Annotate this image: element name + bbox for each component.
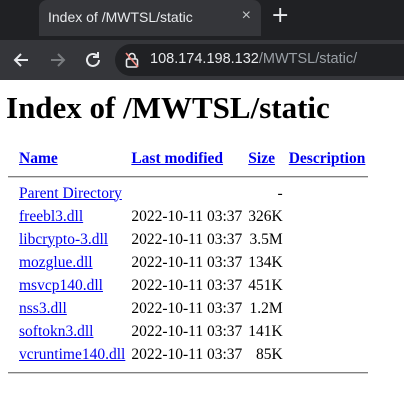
table-row: libcrypto-3.dll 2022-10-11 03:37 3.5M [8,228,368,251]
size-cell: - [277,184,283,202]
address-bar[interactable]: 108.174.198.132/MWTSL/static/ [115,44,404,76]
description-cell [286,182,369,205]
divider [8,371,369,373]
file-link[interactable]: vcruntime140.dll [19,346,125,363]
description-cell [286,251,369,274]
name-column-header: Name [16,148,128,170]
divider-row [8,170,369,182]
name-cell: mozglue.dll [16,251,128,274]
modified-cell: 2022-10-11 03:37 [131,230,243,248]
name-cell: softokn3.dll [16,320,128,343]
modified-cell: 2022-10-11 03:37 [131,276,243,294]
name-cell: Parent Directory [16,182,128,205]
url-path: /MWTSL/static/ [258,51,358,67]
tab-strip: Index of /MWTSL/static × + [0,0,404,40]
divider-row [8,366,369,378]
modified-column-header: Last modified [128,148,245,170]
icon-cell [8,182,16,205]
icon-cell [8,251,16,274]
new-tab-plus-icon[interactable]: + [271,5,289,27]
name-cell: freebl3.dll [16,205,128,228]
url-host: 108.174.198.132 [150,51,259,67]
file-link[interactable]: msvcp140.dll [19,277,103,294]
sort-by-name-link[interactable]: Name [19,150,58,167]
icon-cell [8,205,16,228]
table-row: softokn3.dll 2022-10-11 03:37 141K [8,320,368,343]
description-cell [286,343,369,366]
tab-title: Index of /MWTSL/static [48,9,193,25]
file-link[interactable]: freebl3.dll [19,208,83,225]
icon-cell [8,228,16,251]
description-cell [286,274,369,297]
name-cell: nss3.dll [16,297,128,320]
size-column-header: Size [245,148,285,170]
page-title: Index of /MWTSL/static [6,90,330,125]
forward-arrow-icon[interactable] [47,49,69,71]
sort-by-description-link[interactable]: Description [289,150,366,167]
size-cell: 326K [248,207,283,225]
sort-by-size-link[interactable]: Size [248,150,275,167]
table-row: msvcp140.dll 2022-10-11 03:37 451K [8,274,368,297]
modified-cell: 2022-10-11 03:37 [131,253,243,271]
modified-cell: 2022-10-11 03:37 [131,345,243,363]
table-row: vcruntime140.dll 2022-10-11 03:37 85K [8,343,368,366]
size-cell: 85K [256,345,283,363]
url-text: 108.174.198.132/MWTSL/static/ [150,51,357,67]
modified-cell: 2022-10-11 03:37 [131,299,243,317]
tab-active[interactable]: Index of /MWTSL/static × [39,0,261,36]
size-cell: 141K [248,322,283,340]
modified-cell [128,182,245,205]
not-secure-lock-icon[interactable] [125,52,139,68]
file-link[interactable]: nss3.dll [19,300,67,317]
toolbar: 108.174.198.132/MWTSL/static/ [0,40,404,80]
icon-cell [8,297,16,320]
size-cell: 3.5M [249,230,283,248]
file-link[interactable]: mozglue.dll [19,254,93,271]
parent-directory-link[interactable]: Parent Directory [19,185,122,202]
file-link[interactable]: libcrypto-3.dll [19,231,108,248]
icon-cell [8,343,16,366]
icon-cell [8,274,16,297]
size-cell: 134K [248,253,283,271]
header-row: Name Last modified Size Description [8,148,368,170]
description-cell [286,205,369,228]
name-cell: libcrypto-3.dll [16,228,128,251]
table-row: Parent Directory - [8,182,368,205]
table-row: freebl3.dll 2022-10-11 03:37 326K [8,205,368,228]
description-cell [286,228,369,251]
back-arrow-icon[interactable] [10,49,32,71]
table-row: nss3.dll 2022-10-11 03:37 1.2M [8,297,368,320]
size-cell: 1.2M [249,299,283,317]
modified-cell: 2022-10-11 03:37 [131,207,243,225]
divider [8,175,369,177]
table-row: mozglue.dll 2022-10-11 03:37 134K [8,251,368,274]
size-cell: 451K [248,276,283,294]
icon-cell [8,320,16,343]
description-cell [286,320,369,343]
modified-cell: 2022-10-11 03:37 [131,322,243,340]
sort-by-modified-link[interactable]: Last modified [131,150,223,167]
description-cell [286,297,369,320]
reload-icon[interactable] [82,49,104,71]
name-cell: vcruntime140.dll [16,343,128,366]
close-icon[interactable]: × [242,7,251,25]
icon-column-header [8,148,16,170]
file-listing-table: Name Last modified Size Description Pare… [8,148,369,378]
description-column-header: Description [286,148,369,170]
file-link[interactable]: softokn3.dll [19,323,94,340]
name-cell: msvcp140.dll [16,274,128,297]
